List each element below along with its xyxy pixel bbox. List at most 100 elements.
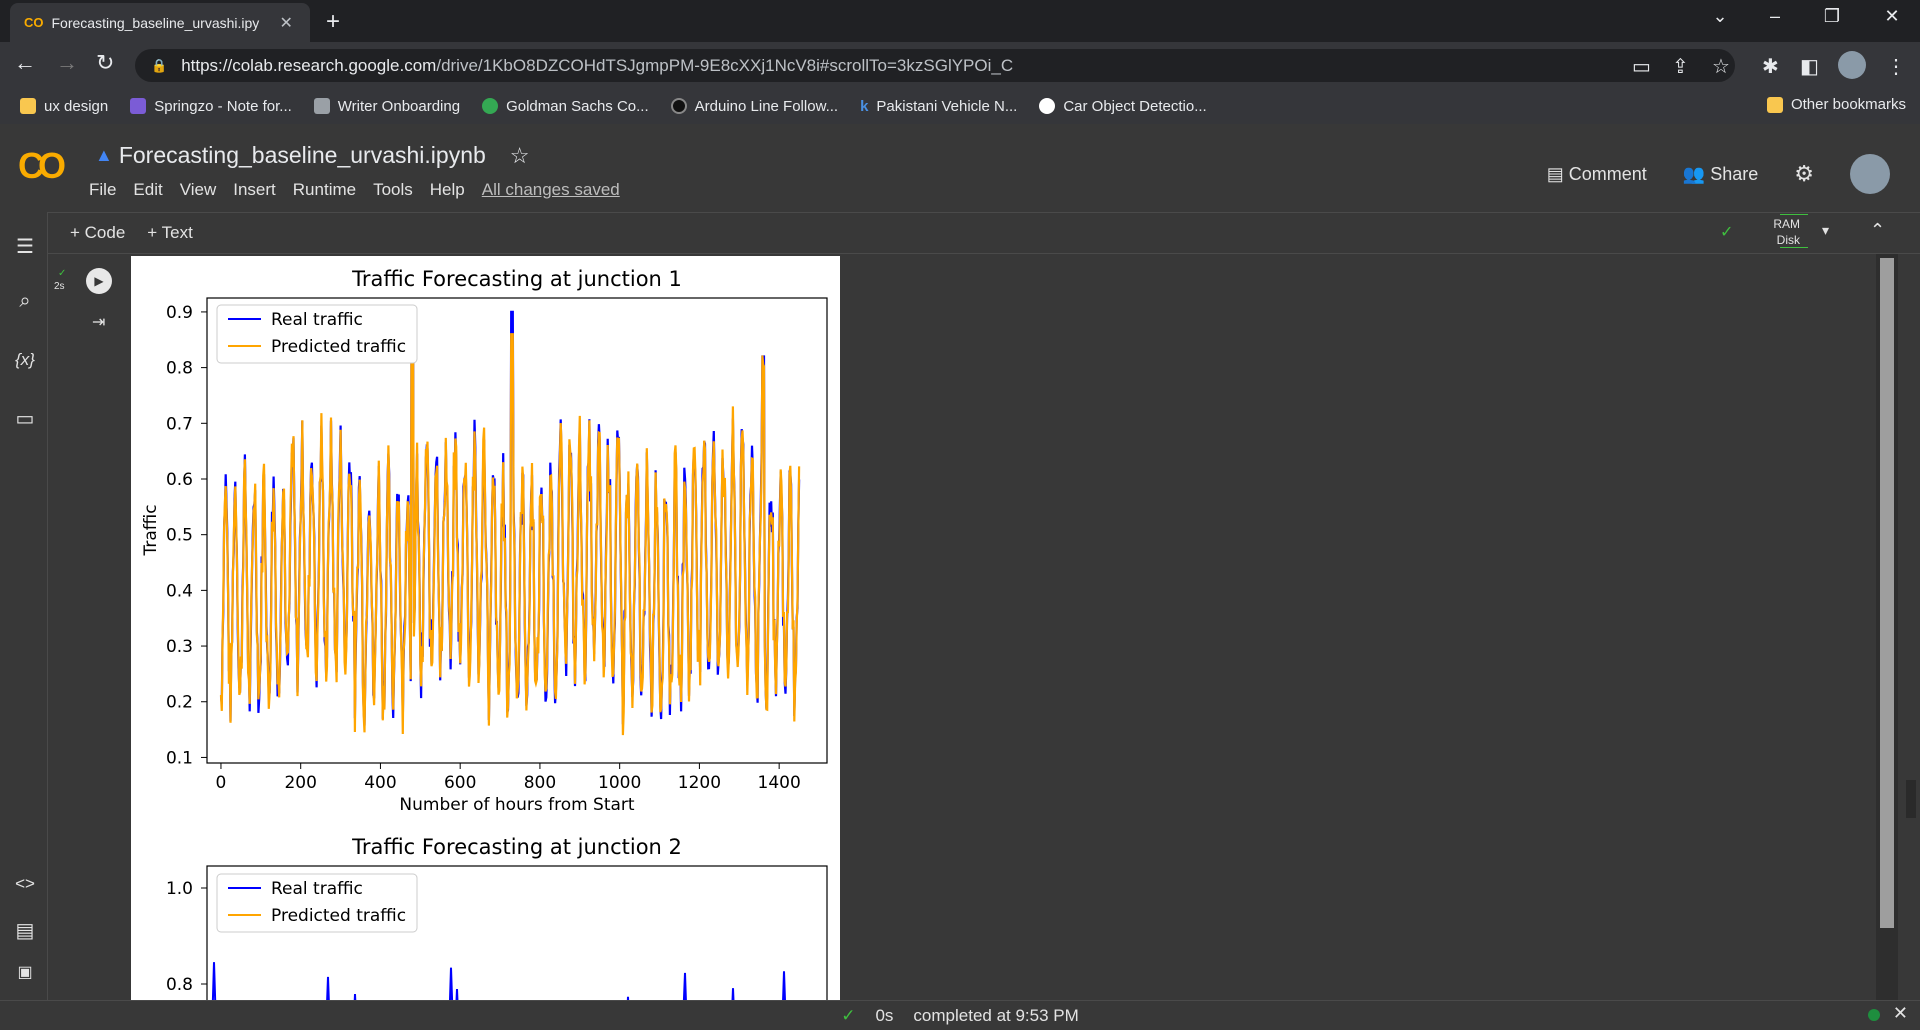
browser-menu-icon[interactable]: ⋮: [1886, 54, 1906, 79]
browser-tab[interactable]: CO Forecasting_baseline_urvashi.ipy ✕: [10, 3, 310, 42]
arduino-icon: [670, 98, 687, 114]
new-tab-icon[interactable]: +: [326, 8, 340, 36]
variables-icon[interactable]: {x}: [12, 350, 38, 370]
menu-runtime[interactable]: Runtime: [293, 180, 356, 200]
collapse-chevron-icon[interactable]: ⌃: [1870, 220, 1885, 241]
share-page-icon[interactable]: ⇪: [1672, 54, 1689, 79]
writer-icon: [313, 98, 330, 114]
search-icon[interactable]: ⌕: [12, 290, 38, 313]
status-close-icon[interactable]: ✕: [1893, 1003, 1908, 1024]
drive-icon: ▲: [95, 145, 113, 165]
share-button[interactable]: 👥 Share: [1683, 164, 1758, 185]
back-icon[interactable]: ←: [14, 50, 36, 76]
run-cell-button[interactable]: ▶: [86, 268, 112, 294]
legend-predicted: Predicted traffic: [271, 906, 406, 926]
cast-blocked-icon[interactable]: ▭: [1632, 54, 1651, 79]
reload-icon[interactable]: ↻: [96, 50, 114, 76]
legend-predicted: Predicted traffic: [271, 337, 406, 357]
bookmark-item[interactable]: ux design: [20, 98, 108, 115]
chart1-ylabel: Traffic: [141, 504, 161, 556]
chart1-xtick-label: 0: [216, 773, 227, 793]
code-snippets-icon[interactable]: <>: [12, 874, 38, 894]
lock-icon: 🔒: [151, 57, 168, 73]
chart1-ytick-label: 0.9: [166, 303, 193, 323]
chart1-ytick-label: 0.2: [166, 693, 193, 713]
chart1-xtick-label: 200: [284, 773, 316, 793]
menu-tools[interactable]: Tools: [373, 180, 413, 200]
tab-search-icon[interactable]: ⌄: [1700, 6, 1740, 27]
restore-icon[interactable]: ❐: [1812, 6, 1852, 27]
bookmark-item[interactable]: k Pakistani Vehicle N...: [860, 98, 1017, 115]
menu-edit[interactable]: Edit: [133, 180, 162, 200]
command-palette-icon[interactable]: ▤: [12, 918, 38, 943]
bookmark-item[interactable]: Goldman Sachs Co...: [482, 98, 649, 115]
bookmark-item[interactable]: Car Object Detectio...: [1039, 98, 1207, 115]
url-host: https://colab.research.google.com: [181, 55, 437, 75]
url-field[interactable]: 🔒 https://colab.research.google.com/driv…: [135, 49, 1735, 82]
add-text-button[interactable]: + Text: [147, 223, 193, 243]
chart1-ytick-label: 0.6: [166, 470, 193, 490]
notebook-title[interactable]: ▲ Forecasting_baseline_urvashi.ipynb ☆: [95, 142, 530, 169]
notebook-scrollbar[interactable]: [1880, 258, 1894, 928]
bookmark-star-icon[interactable]: ☆: [1712, 54, 1730, 79]
legend-real: Real traffic: [271, 879, 363, 899]
chart1-xlabel: Number of hours from Start: [399, 795, 635, 815]
bookmark-item[interactable]: Arduino Line Follow...: [670, 98, 838, 115]
tab-title: Forecasting_baseline_urvashi.ipy: [51, 14, 260, 31]
menu-file[interactable]: File: [89, 180, 116, 200]
chart1-legend: Real traffic Predicted traffic: [216, 304, 418, 364]
star-icon[interactable]: ☆: [510, 143, 530, 169]
bookmark-item[interactable]: Springzo - Note for...: [130, 98, 292, 115]
goldman-icon: [482, 98, 499, 114]
menu-help[interactable]: Help: [430, 180, 465, 200]
exec-time: 2s: [54, 281, 65, 292]
comment-button[interactable]: ▤ Comment: [1547, 164, 1647, 185]
profile-avatar[interactable]: [1838, 51, 1866, 79]
toc-icon[interactable]: ☰: [12, 234, 38, 259]
runtime-dropdown-icon[interactable]: ▾: [1822, 222, 1829, 239]
chart1-xtick-label: 1400: [758, 773, 801, 793]
chart2-ytick: 1.0: [166, 879, 193, 899]
terminal-icon[interactable]: ▣: [12, 962, 38, 982]
resource-bars: [1780, 214, 1808, 248]
window-close-icon[interactable]: ✕: [1872, 6, 1912, 27]
url-path: /drive/1KbO8DZCOHdTSJgmpPM-9E8cXXj1NcV8i…: [436, 55, 1014, 75]
chart1-xtick-label: 800: [524, 773, 556, 793]
forward-icon[interactable]: →: [56, 50, 78, 76]
notebook-toolbar: + Code + Text: [48, 212, 1920, 254]
menu-view[interactable]: View: [180, 180, 217, 200]
chart1-ytick-label: 0.7: [166, 414, 193, 434]
side-scroll-handle[interactable]: [1906, 780, 1916, 818]
chart1-xtick-label: 1000: [598, 773, 641, 793]
files-folder-icon[interactable]: ▭: [12, 406, 38, 431]
avatar[interactable]: [1850, 154, 1890, 194]
status-check-icon: ✓: [841, 1005, 856, 1025]
bookmark-item[interactable]: Writer Onboarding: [313, 98, 460, 115]
chart-svg: Traffic Forecasting at junction 1 0.1 0.2…: [141, 267, 828, 1000]
folder-icon: [1766, 96, 1783, 113]
side-panel-icon[interactable]: ◧: [1800, 54, 1819, 79]
chart1-ytick-label: 0.4: [166, 581, 193, 601]
chart1-xtick-label: 400: [364, 773, 396, 793]
add-code-button[interactable]: + Code: [70, 223, 125, 243]
settings-gear-icon[interactable]: ⚙: [1794, 161, 1814, 187]
people-icon: 👥: [1682, 163, 1711, 184]
k-icon: k: [860, 97, 869, 115]
chart1-xtick-label: 600: [444, 773, 476, 793]
colab-logo[interactable]: CO: [18, 145, 66, 187]
springzo-icon: [130, 98, 147, 114]
exec-check-icon: ✓: [58, 268, 67, 279]
chart1-ytick-label: 0.8: [166, 359, 193, 379]
chart2-yaxis: 1.0 0.8: [166, 879, 207, 995]
header-actions: ▤ Comment 👥 Share ⚙: [1547, 154, 1890, 194]
menu-insert[interactable]: Insert: [233, 180, 276, 200]
minimize-icon[interactable]: –: [1755, 6, 1795, 27]
status-bar: ✓ 0s completed at 9:53 PM: [0, 1000, 1920, 1030]
status-time: 0s: [875, 1005, 894, 1025]
extensions-icon[interactable]: ✱: [1762, 54, 1779, 79]
output-actions-icon[interactable]: ⇥: [92, 312, 105, 332]
other-bookmarks[interactable]: Other bookmarks: [1766, 96, 1906, 113]
tab-close-icon[interactable]: ✕: [280, 13, 293, 33]
chart1-ytick-label: 0.3: [166, 637, 193, 657]
save-status[interactable]: All changes saved: [482, 180, 620, 200]
